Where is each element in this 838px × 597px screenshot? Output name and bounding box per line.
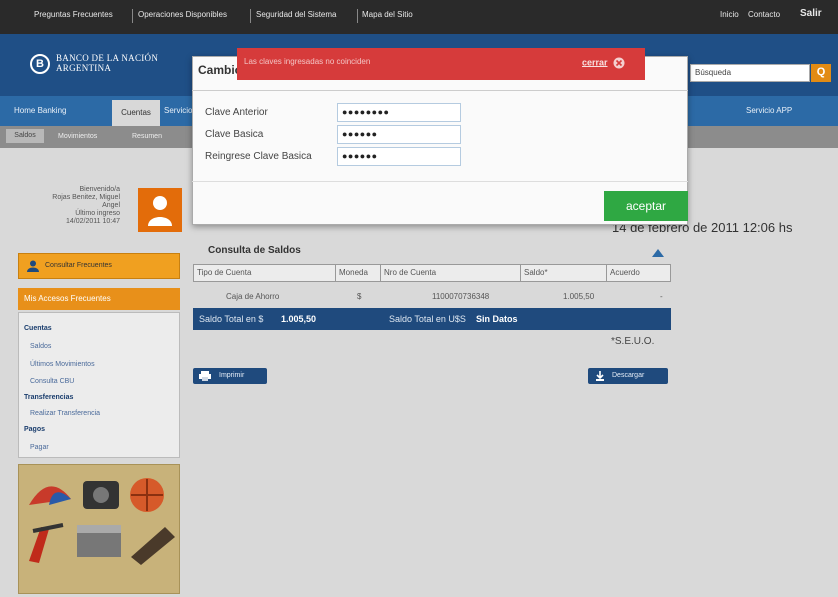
promo-products-icon xyxy=(29,478,175,565)
link-preguntas-frecuentes[interactable]: Preguntas Frecuentes xyxy=(34,10,113,19)
acceso-saldos[interactable]: Saldos xyxy=(30,343,51,350)
clave-anterior-label: Clave Anterior xyxy=(205,107,268,118)
divider xyxy=(250,9,251,23)
bank-logo-text[interactable]: BANCO DE LA NACIÓN ARGENTINA xyxy=(56,53,176,73)
nav-item-cuentas[interactable]: Cuentas xyxy=(112,100,160,126)
last-login-date: 14/02/2011 10:47 xyxy=(66,218,120,225)
nav-item-home-banking[interactable]: Home Banking xyxy=(14,106,66,115)
consultas-frecuentes-button[interactable]: Consultar Frecuentes xyxy=(18,253,180,279)
totals-bar: Saldo Total en $ 1.005,50 Saldo Total en… xyxy=(193,308,671,330)
total-pesos-label: Saldo Total en $ xyxy=(199,314,264,324)
acceso-cat-transferencias[interactable]: Transferencias xyxy=(24,394,73,401)
error-close-label: cerrar xyxy=(582,57,608,68)
cell-nro-cuenta[interactable]: 1100070736348 xyxy=(432,292,489,301)
cell-saldo: 1.005,50 xyxy=(563,292,595,301)
total-usd-label: Saldo Total en U$S xyxy=(389,314,466,324)
avatar xyxy=(138,188,182,232)
divider xyxy=(192,181,688,182)
acceso-pagar[interactable]: Pagar xyxy=(30,444,49,451)
search-button[interactable]: Q xyxy=(811,64,831,82)
col-acuerdo: Acuerdo xyxy=(610,268,640,277)
cell-tipo-cuenta[interactable]: Caja de Ahorro xyxy=(226,292,279,301)
footnote: *S.E.U.O. xyxy=(611,336,655,347)
cell-moneda: $ xyxy=(357,292,362,301)
total-usd-value: Sin Datos xyxy=(476,314,518,324)
col-tipo-cuenta: Tipo de Cuenta xyxy=(197,268,252,277)
link-mapa-sitio[interactable]: Mapa del Sitio xyxy=(362,10,413,19)
collapse-arrow-icon[interactable] xyxy=(652,249,664,257)
reingrese-clave-input[interactable]: ●●●●●● xyxy=(337,147,461,166)
subnav-item-movimientos[interactable]: Movimientos xyxy=(58,133,97,140)
reingrese-clave-label: Reingrese Clave Basica xyxy=(205,151,312,162)
accesos-frecuentes-panel xyxy=(18,312,180,458)
subnav-item-saldos[interactable]: Saldos xyxy=(6,129,44,143)
print-button[interactable]: Imprimir xyxy=(193,368,267,384)
link-contacto[interactable]: Contacto xyxy=(748,10,780,19)
divider xyxy=(132,9,133,23)
subnav-item-resumen[interactable]: Resumen xyxy=(132,133,162,140)
welcome-label: Bienvenido/a xyxy=(79,186,120,193)
link-seguridad-sistema[interactable]: Seguridad del Sistema xyxy=(256,10,337,19)
person-icon xyxy=(27,260,39,272)
user-name: Rojas Benitez, Miguel xyxy=(52,194,120,201)
cell-acuerdo: - xyxy=(660,292,663,301)
user-name-2: Angel xyxy=(102,202,120,209)
link-inicio[interactable]: Inicio xyxy=(720,10,739,19)
top-utility-bar xyxy=(0,0,838,34)
divider xyxy=(520,264,521,282)
consultas-frecuentes-label: Consultar Frecuentes xyxy=(45,262,112,269)
divider xyxy=(380,264,381,282)
clave-anterior-input[interactable]: ●●●●●●●● xyxy=(337,103,461,122)
divider xyxy=(357,9,358,23)
nav-item-servicio-app[interactable]: Servicio APP xyxy=(746,106,792,115)
acceso-ultimos-movimientos[interactable]: Últimos Movimientos xyxy=(30,361,95,368)
clave-basica-label: Clave Basica xyxy=(205,129,264,140)
acceso-cat-cuentas[interactable]: Cuentas xyxy=(24,325,52,332)
close-icon xyxy=(613,57,625,69)
total-pesos-value: 1.005,50 xyxy=(281,314,317,324)
clave-basica-input[interactable]: ●●●●●● xyxy=(337,125,461,144)
accept-button[interactable]: aceptar xyxy=(604,191,688,221)
divider xyxy=(606,264,607,282)
acceso-realizar-transferencia[interactable]: Realizar Transferencia xyxy=(30,410,100,417)
link-operaciones-disponibles[interactable]: Operaciones Disponibles xyxy=(138,10,227,19)
col-moneda: Moneda xyxy=(339,268,368,277)
download-icon xyxy=(596,371,604,381)
divider xyxy=(335,264,336,282)
divider xyxy=(192,90,688,91)
accesos-frecuentes-header[interactable]: Mis Accesos Frecuentes xyxy=(18,288,180,310)
last-login-label: Último ingreso xyxy=(75,210,120,217)
search-input[interactable]: Búsqueda xyxy=(690,64,810,82)
download-label: Descargar xyxy=(612,372,645,379)
col-saldo: Saldo* xyxy=(524,268,548,277)
user-avatar-icon xyxy=(148,196,172,226)
bank-logo-icon: B xyxy=(30,54,50,74)
error-close-button[interactable]: cerrar xyxy=(582,57,625,69)
print-label: Imprimir xyxy=(219,372,245,379)
printer-icon xyxy=(199,371,211,381)
error-message: Las claves ingresadas no coinciden xyxy=(244,57,371,66)
col-nro-cuenta: Nro de Cuenta xyxy=(384,268,437,277)
download-button[interactable]: Descargar xyxy=(588,368,668,384)
welcome-block: Bienvenido/a Rojas Benitez, Miguel Angel… xyxy=(10,186,120,226)
promo-banner[interactable] xyxy=(18,464,180,594)
panel-title: Consulta de Saldos xyxy=(208,245,301,256)
acceso-consulta-cbu[interactable]: Consulta CBU xyxy=(30,378,74,385)
link-salir[interactable]: Salir xyxy=(800,8,822,19)
acceso-cat-pagos[interactable]: Pagos xyxy=(24,426,45,433)
